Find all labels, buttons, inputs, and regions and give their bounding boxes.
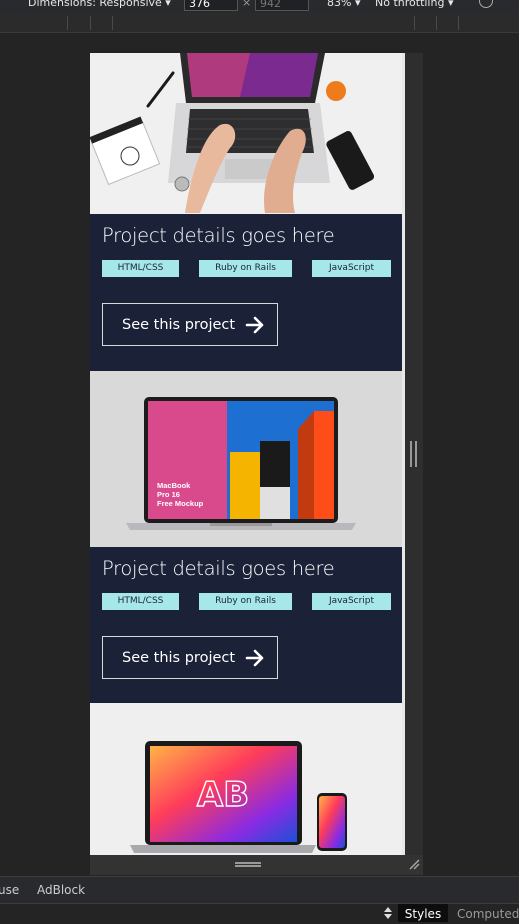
mockup-caption-3: Free Mockup: [157, 499, 204, 508]
macbook-mockup: MacBook Pro 16 Free Mockup: [90, 371, 402, 547]
tab-styles[interactable]: Styles: [398, 904, 448, 922]
ab-mockup: AB: [90, 703, 402, 855]
grip-icon: [235, 862, 261, 867]
see-project-label: See this project: [122, 316, 236, 333]
spinner-icon[interactable]: [383, 906, 393, 920]
mockup-caption-1: MacBook: [157, 481, 191, 490]
throttling-dropdown[interactable]: No throttling ▾: [375, 0, 453, 9]
project-title: Project details goes here: [102, 557, 335, 580]
project-card-1: Project details goes here HTML/CSS Ruby …: [90, 214, 402, 371]
arrow-right-icon: [245, 316, 264, 333]
tag-javascript: JavaScript: [312, 593, 391, 610]
devtools-panel-tabs: use AdBlock: [0, 876, 519, 903]
corner-resize-icon[interactable]: [408, 858, 420, 870]
tag-ruby-on-rails: Ruby on Rails: [199, 593, 292, 610]
project-image-ab-mockup: AB: [90, 703, 402, 855]
tag-javascript: JavaScript: [312, 260, 391, 277]
dimensions-dropdown[interactable]: Dimensions: Responsive ▾: [28, 0, 171, 9]
media-query-ruler: [0, 13, 519, 33]
page-viewport[interactable]: Project details goes here HTML/CSS Ruby …: [90, 53, 402, 855]
tag-list: HTML/CSS Ruby on Rails JavaScript: [102, 260, 391, 277]
see-project-button[interactable]: See this project: [102, 303, 278, 346]
arrow-right-icon: [245, 649, 264, 666]
tag-html-css: HTML/CSS: [102, 593, 179, 610]
resize-handle-bottom[interactable]: [90, 855, 423, 875]
width-input[interactable]: 376: [184, 0, 238, 11]
rotate-icon[interactable]: [476, 0, 496, 11]
tab-adblock[interactable]: AdBlock: [37, 883, 85, 897]
project-image-macbook: MacBook Pro 16 Free Mockup: [90, 371, 402, 547]
project-card-2: Project details goes here HTML/CSS Ruby …: [90, 547, 402, 703]
resize-handle-right[interactable]: [410, 441, 417, 467]
ab-logo: AB: [197, 775, 249, 815]
height-input[interactable]: 942: [255, 0, 309, 11]
mockup-caption-2: Pro 16: [157, 490, 180, 499]
tab-computed[interactable]: Computed: [457, 904, 519, 924]
times-sign: ×: [242, 0, 252, 9]
tag-ruby-on-rails: Ruby on Rails: [199, 260, 292, 277]
see-project-label: See this project: [122, 649, 236, 666]
desk-photo: [90, 53, 402, 214]
zoom-dropdown[interactable]: 83% ▾: [327, 0, 360, 9]
project-title: Project details goes here: [102, 224, 335, 247]
project-image-desk: [90, 53, 402, 214]
tab-use[interactable]: use: [0, 883, 19, 897]
styles-pane-tabs: Styles Computed: [0, 903, 519, 922]
see-project-button[interactable]: See this project: [102, 636, 278, 679]
viewport-scrollbar[interactable]: [402, 53, 405, 855]
tag-html-css: HTML/CSS: [102, 260, 179, 277]
device-toolbar: Dimensions: Responsive ▾ 376 × 942 83% ▾…: [0, 0, 519, 13]
tag-list: HTML/CSS Ruby on Rails JavaScript: [102, 593, 391, 610]
